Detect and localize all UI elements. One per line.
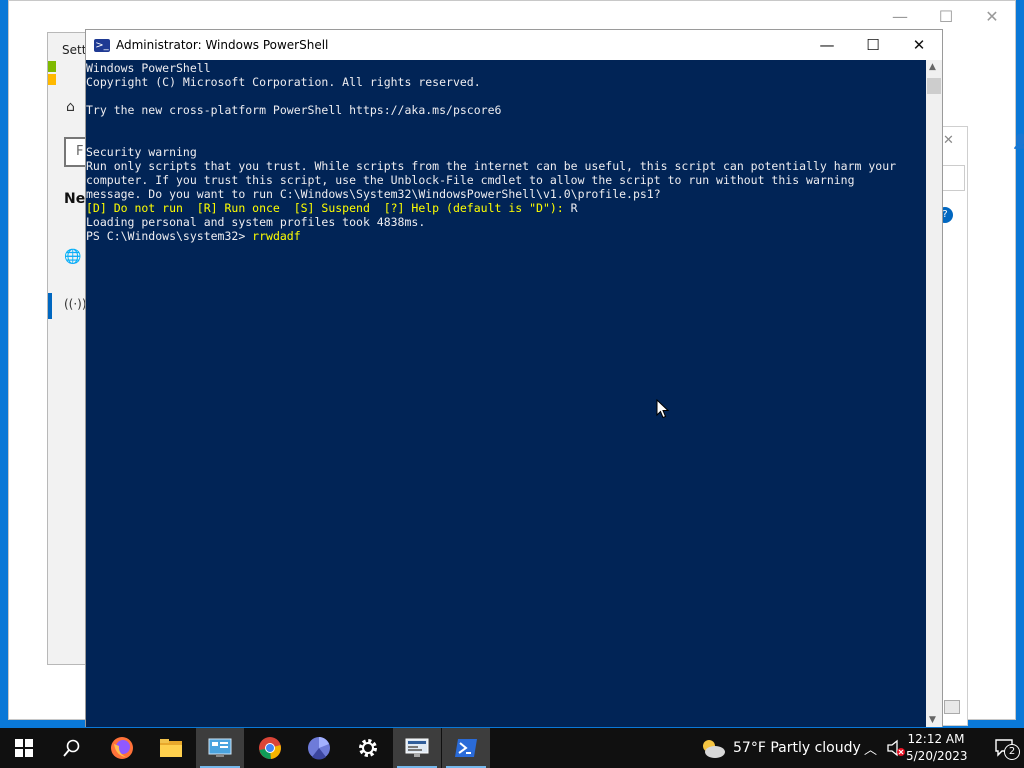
console-area[interactable]: Windows PowerShell Copyright (C) Microso… [86,60,926,727]
selection-indicator [48,293,52,319]
microsoft-logo-icon [48,61,56,85]
taskbar-settings[interactable] [344,728,392,768]
wifi-icon[interactable]: ((·)) [64,297,86,311]
background-window-controls: — ☐ ✕ [877,1,1015,31]
settings-nav-header: Net [64,191,86,207]
console-line: Security warning [86,145,197,159]
search-button[interactable] [48,728,96,768]
minimize-button[interactable]: — [804,30,850,60]
console-prompt: PS C:\Windows\system32> [86,229,253,243]
chrome-icon [259,737,281,760]
console-line: Run only scripts that you trust. While s… [86,159,897,173]
taskbar-chrome[interactable] [246,728,294,768]
prompt-answer: R [563,201,578,215]
folder-icon [160,739,182,757]
console-line: Try the new cross-platform PowerShell ht… [86,103,502,117]
console-line: message. Do you want to run C:\Windows\S… [86,187,661,201]
scrollbar-thumb[interactable] [927,78,941,94]
show-hidden-icons-button[interactable]: ︿ [864,728,877,768]
gear-icon [359,739,377,757]
typed-command[interactable]: rrwdadf [252,229,300,243]
prompt-options: [D] Do not run [R] Run once [S] Suspend … [86,201,564,215]
taskbar-powershell[interactable] [442,728,490,768]
volume-button[interactable] [886,728,906,768]
notification-center-button[interactable]: 2 [994,738,1020,760]
windows-logo-icon [15,739,33,757]
control-panel-icon [208,738,232,757]
close-button[interactable]: ✕ [969,1,1015,31]
search-icon [63,739,80,757]
volume-muted-icon [887,739,905,757]
scroll-down-icon[interactable]: ▼ [929,715,936,725]
minimize-button[interactable]: — [877,1,923,31]
console-line: computer. If you trust this script, use … [86,173,855,187]
maximize-button[interactable]: ☐ [923,1,969,31]
weather-temp: 57°F [733,740,766,756]
start-button[interactable] [0,728,48,768]
taskbar-control-panel[interactable] [196,728,244,768]
settings-window[interactable]: Setti ⌂ F Net 🌐 ((·)) [47,32,87,665]
people-icon: 👤 [1012,134,1024,150]
taskbar-app[interactable] [295,728,343,768]
firefox-icon [111,737,133,759]
window-controls: — ☐ ✕ [804,30,942,60]
app-icon [308,737,330,760]
console-line: Copyright (C) Microsoft Corporation. All… [86,75,481,89]
close-button[interactable]: ✕ [896,30,942,60]
taskbar-firefox[interactable] [98,728,146,768]
clock[interactable]: 12:12 AM 5/20/2023 [906,731,968,765]
maximize-button[interactable]: ☐ [850,30,896,60]
notification-count-badge: 2 [1004,744,1020,760]
partly-cloudy-icon [703,740,725,758]
clock-time: 12:12 AM [907,732,965,746]
vertical-scrollbar[interactable]: ▲ ▼ [926,60,942,727]
settings-search-input[interactable]: F [64,137,86,167]
clock-date: 5/20/2023 [906,749,968,763]
background-dialog: ✕ ? [937,126,968,726]
powershell-icon: >_ [94,38,110,52]
powershell-icon [455,739,477,757]
mouse-cursor-icon [656,399,670,419]
settings-title: Setti [62,43,87,57]
taskbar: 57°F Partly cloudy ︿ 12:12 AM 5/20/2023 … [0,728,1024,768]
weather-condition: Partly cloudy [770,740,861,756]
network-icon [405,738,429,757]
globe-icon[interactable]: 🌐 [64,249,81,265]
resize-grip-icon[interactable] [944,700,960,714]
close-icon[interactable]: ✕ [943,133,954,148]
taskbar-network-app[interactable] [393,728,441,768]
powershell-window[interactable]: >_ Administrator: Windows PowerShell — ☐… [85,29,943,727]
profile-load-line: Loading personal and system profiles too… [86,215,426,229]
chevron-up-icon: ︿ [864,742,878,758]
scroll-up-icon[interactable]: ▲ [929,62,936,72]
weather-widget[interactable]: 57°F Partly cloudy [700,728,861,768]
console-line: Windows PowerShell [86,61,211,75]
window-title: Administrator: Windows PowerShell [116,38,329,52]
home-icon[interactable]: ⌂ [66,99,75,115]
taskbar-file-explorer[interactable] [147,728,195,768]
powershell-titlebar[interactable]: >_ Administrator: Windows PowerShell — ☐… [86,30,942,60]
